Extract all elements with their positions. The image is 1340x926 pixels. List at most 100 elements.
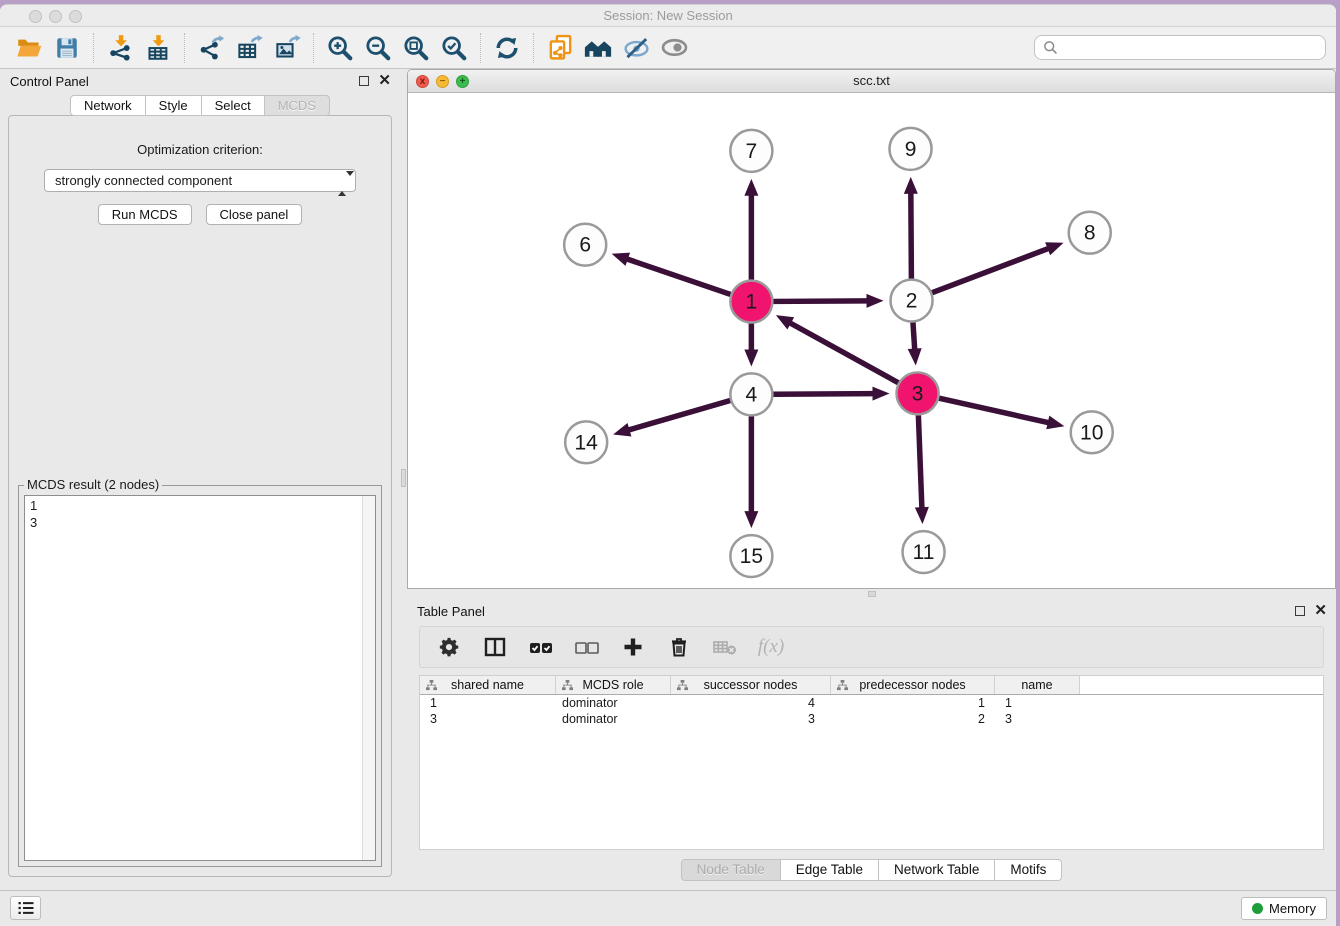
- import-table-button[interactable]: [139, 32, 177, 64]
- list-icon: [17, 900, 35, 916]
- horizontal-divider[interactable]: [407, 589, 1336, 599]
- refresh-icon: [493, 34, 521, 62]
- edge-3-10[interactable]: [939, 398, 1050, 423]
- close-panel-icon[interactable]: ✕: [1314, 606, 1327, 616]
- export-network-button[interactable]: [192, 32, 230, 64]
- edge-2-8[interactable]: [932, 248, 1049, 293]
- graph-node-label: 14: [575, 431, 599, 454]
- graph-node-label: 2: [906, 290, 918, 313]
- node-table[interactable]: shared nameMCDS role successor nodes prede…: [419, 675, 1324, 850]
- column-header-MCDS-role[interactable]: MCDS role: [556, 676, 671, 694]
- window-titlebar: Session: New Session: [0, 5, 1336, 27]
- mcds-tab-content: Optimization criterion: strongly connect…: [8, 115, 392, 877]
- close-window-button[interactable]: [29, 10, 42, 23]
- table-cell[interactable]: dominator: [556, 695, 671, 711]
- tab-motifs[interactable]: Motifs: [995, 859, 1062, 881]
- table-panel: Table Panel ✕: [407, 599, 1336, 890]
- table-cell[interactable]: 3: [995, 711, 1080, 727]
- tab-network-table[interactable]: Network Table: [879, 859, 995, 881]
- column-header-name[interactable]: name: [995, 676, 1080, 694]
- float-panel-icon[interactable]: [1295, 606, 1305, 616]
- table-row[interactable]: 1dominator411: [420, 695, 1323, 711]
- zoom-window-button[interactable]: [69, 10, 82, 23]
- add-column-button[interactable]: [620, 634, 646, 660]
- control-panel: Control Panel ✕ Network Style Select MCD…: [0, 69, 400, 890]
- table-row[interactable]: 3dominator323: [420, 711, 1323, 727]
- home-button[interactable]: [579, 32, 617, 64]
- edge-4-3[interactable]: [773, 394, 874, 395]
- export-table-button[interactable]: [230, 32, 268, 64]
- refresh-button[interactable]: [488, 32, 526, 64]
- flatten-tree-icon: [562, 680, 573, 691]
- table-cell[interactable]: 1: [995, 695, 1080, 711]
- zoom-out-button[interactable]: [359, 32, 397, 64]
- table-cell[interactable]: 4: [671, 695, 831, 711]
- network-close-button[interactable]: x: [416, 75, 429, 88]
- edge-4-14[interactable]: [628, 401, 731, 431]
- network-window-titlebar: x − + scc.txt: [408, 70, 1335, 93]
- edge-3-11[interactable]: [918, 415, 922, 509]
- zoom-in-button[interactable]: [321, 32, 359, 64]
- select-all-button[interactable]: [528, 634, 554, 660]
- show-panel-button[interactable]: [655, 32, 693, 64]
- import-network-button[interactable]: [101, 32, 139, 64]
- tab-node-table[interactable]: Node Table: [681, 859, 781, 881]
- settings-gear-icon: [438, 636, 460, 658]
- tab-mcds[interactable]: MCDS: [265, 95, 330, 116]
- zoom-fit-button[interactable]: [397, 32, 435, 64]
- zoom-selected-button[interactable]: [435, 32, 473, 64]
- split-view-button[interactable]: [482, 634, 508, 660]
- export-image-button[interactable]: [268, 32, 306, 64]
- show-panels-list-button[interactable]: [10, 896, 41, 920]
- network-maximize-button[interactable]: +: [456, 75, 469, 88]
- network-minimize-button[interactable]: −: [436, 75, 449, 88]
- close-panel-icon[interactable]: ✕: [378, 76, 391, 86]
- edge-arrowhead: [872, 387, 889, 401]
- deselect-all-button[interactable]: [574, 634, 600, 660]
- table-cell[interactable]: 2: [831, 711, 995, 727]
- save-session-button[interactable]: [48, 32, 86, 64]
- hide-panel-button[interactable]: [617, 32, 655, 64]
- open-session-button[interactable]: [10, 32, 48, 64]
- float-panel-icon[interactable]: [359, 76, 369, 86]
- mcds-result-box[interactable]: 1 3: [24, 495, 376, 861]
- tab-network[interactable]: Network: [70, 95, 146, 116]
- edge-2-9[interactable]: [911, 192, 912, 279]
- column-header-predecessor-nodes[interactable]: predecessor nodes: [831, 676, 995, 694]
- run-mcds-button[interactable]: Run MCDS: [98, 204, 192, 225]
- edge-1-6[interactable]: [626, 259, 731, 295]
- tab-style[interactable]: Style: [146, 95, 202, 116]
- table-settings-button[interactable]: [436, 634, 462, 660]
- function-builder-button[interactable]: f(x): [758, 634, 784, 660]
- tab-edge-table[interactable]: Edge Table: [781, 859, 879, 881]
- minimize-window-button[interactable]: [49, 10, 62, 23]
- table-cell[interactable]: 1: [420, 695, 556, 711]
- edge-3-1[interactable]: [789, 322, 898, 382]
- memory-button[interactable]: Memory: [1241, 897, 1327, 920]
- close-panel-button[interactable]: Close panel: [206, 204, 303, 225]
- criterion-dropdown[interactable]: strongly connected component: [44, 169, 356, 192]
- delete-column-button[interactable]: [666, 634, 692, 660]
- network-canvas[interactable]: 7968124314101511: [408, 93, 1335, 588]
- column-header-label: successor nodes: [704, 678, 798, 692]
- column-header-shared-name[interactable]: shared name: [420, 676, 556, 694]
- tab-select[interactable]: Select: [202, 95, 265, 116]
- network-view-window: x − + scc.txt 7968124314101511: [407, 69, 1336, 589]
- mcds-result-line: 1: [30, 497, 370, 514]
- edge-2-3[interactable]: [913, 322, 915, 350]
- graph-node-label: 4: [746, 383, 758, 406]
- divider-handle[interactable]: [401, 469, 406, 487]
- table-cell[interactable]: 1: [831, 695, 995, 711]
- column-header-successor-nodes[interactable]: successor nodes: [671, 676, 831, 694]
- edge-1-2[interactable]: [773, 301, 868, 302]
- clone-network-button[interactable]: [541, 32, 579, 64]
- panel-divider[interactable]: [400, 69, 407, 890]
- table-cell[interactable]: 3: [420, 711, 556, 727]
- search-input[interactable]: [1034, 35, 1326, 60]
- table-cell[interactable]: dominator: [556, 711, 671, 727]
- delete-table-button[interactable]: [712, 634, 738, 660]
- result-scrollbar[interactable]: [362, 496, 375, 860]
- divider-handle[interactable]: [868, 591, 876, 597]
- column-header-label: name: [1021, 678, 1052, 692]
- table-cell[interactable]: 3: [671, 711, 831, 727]
